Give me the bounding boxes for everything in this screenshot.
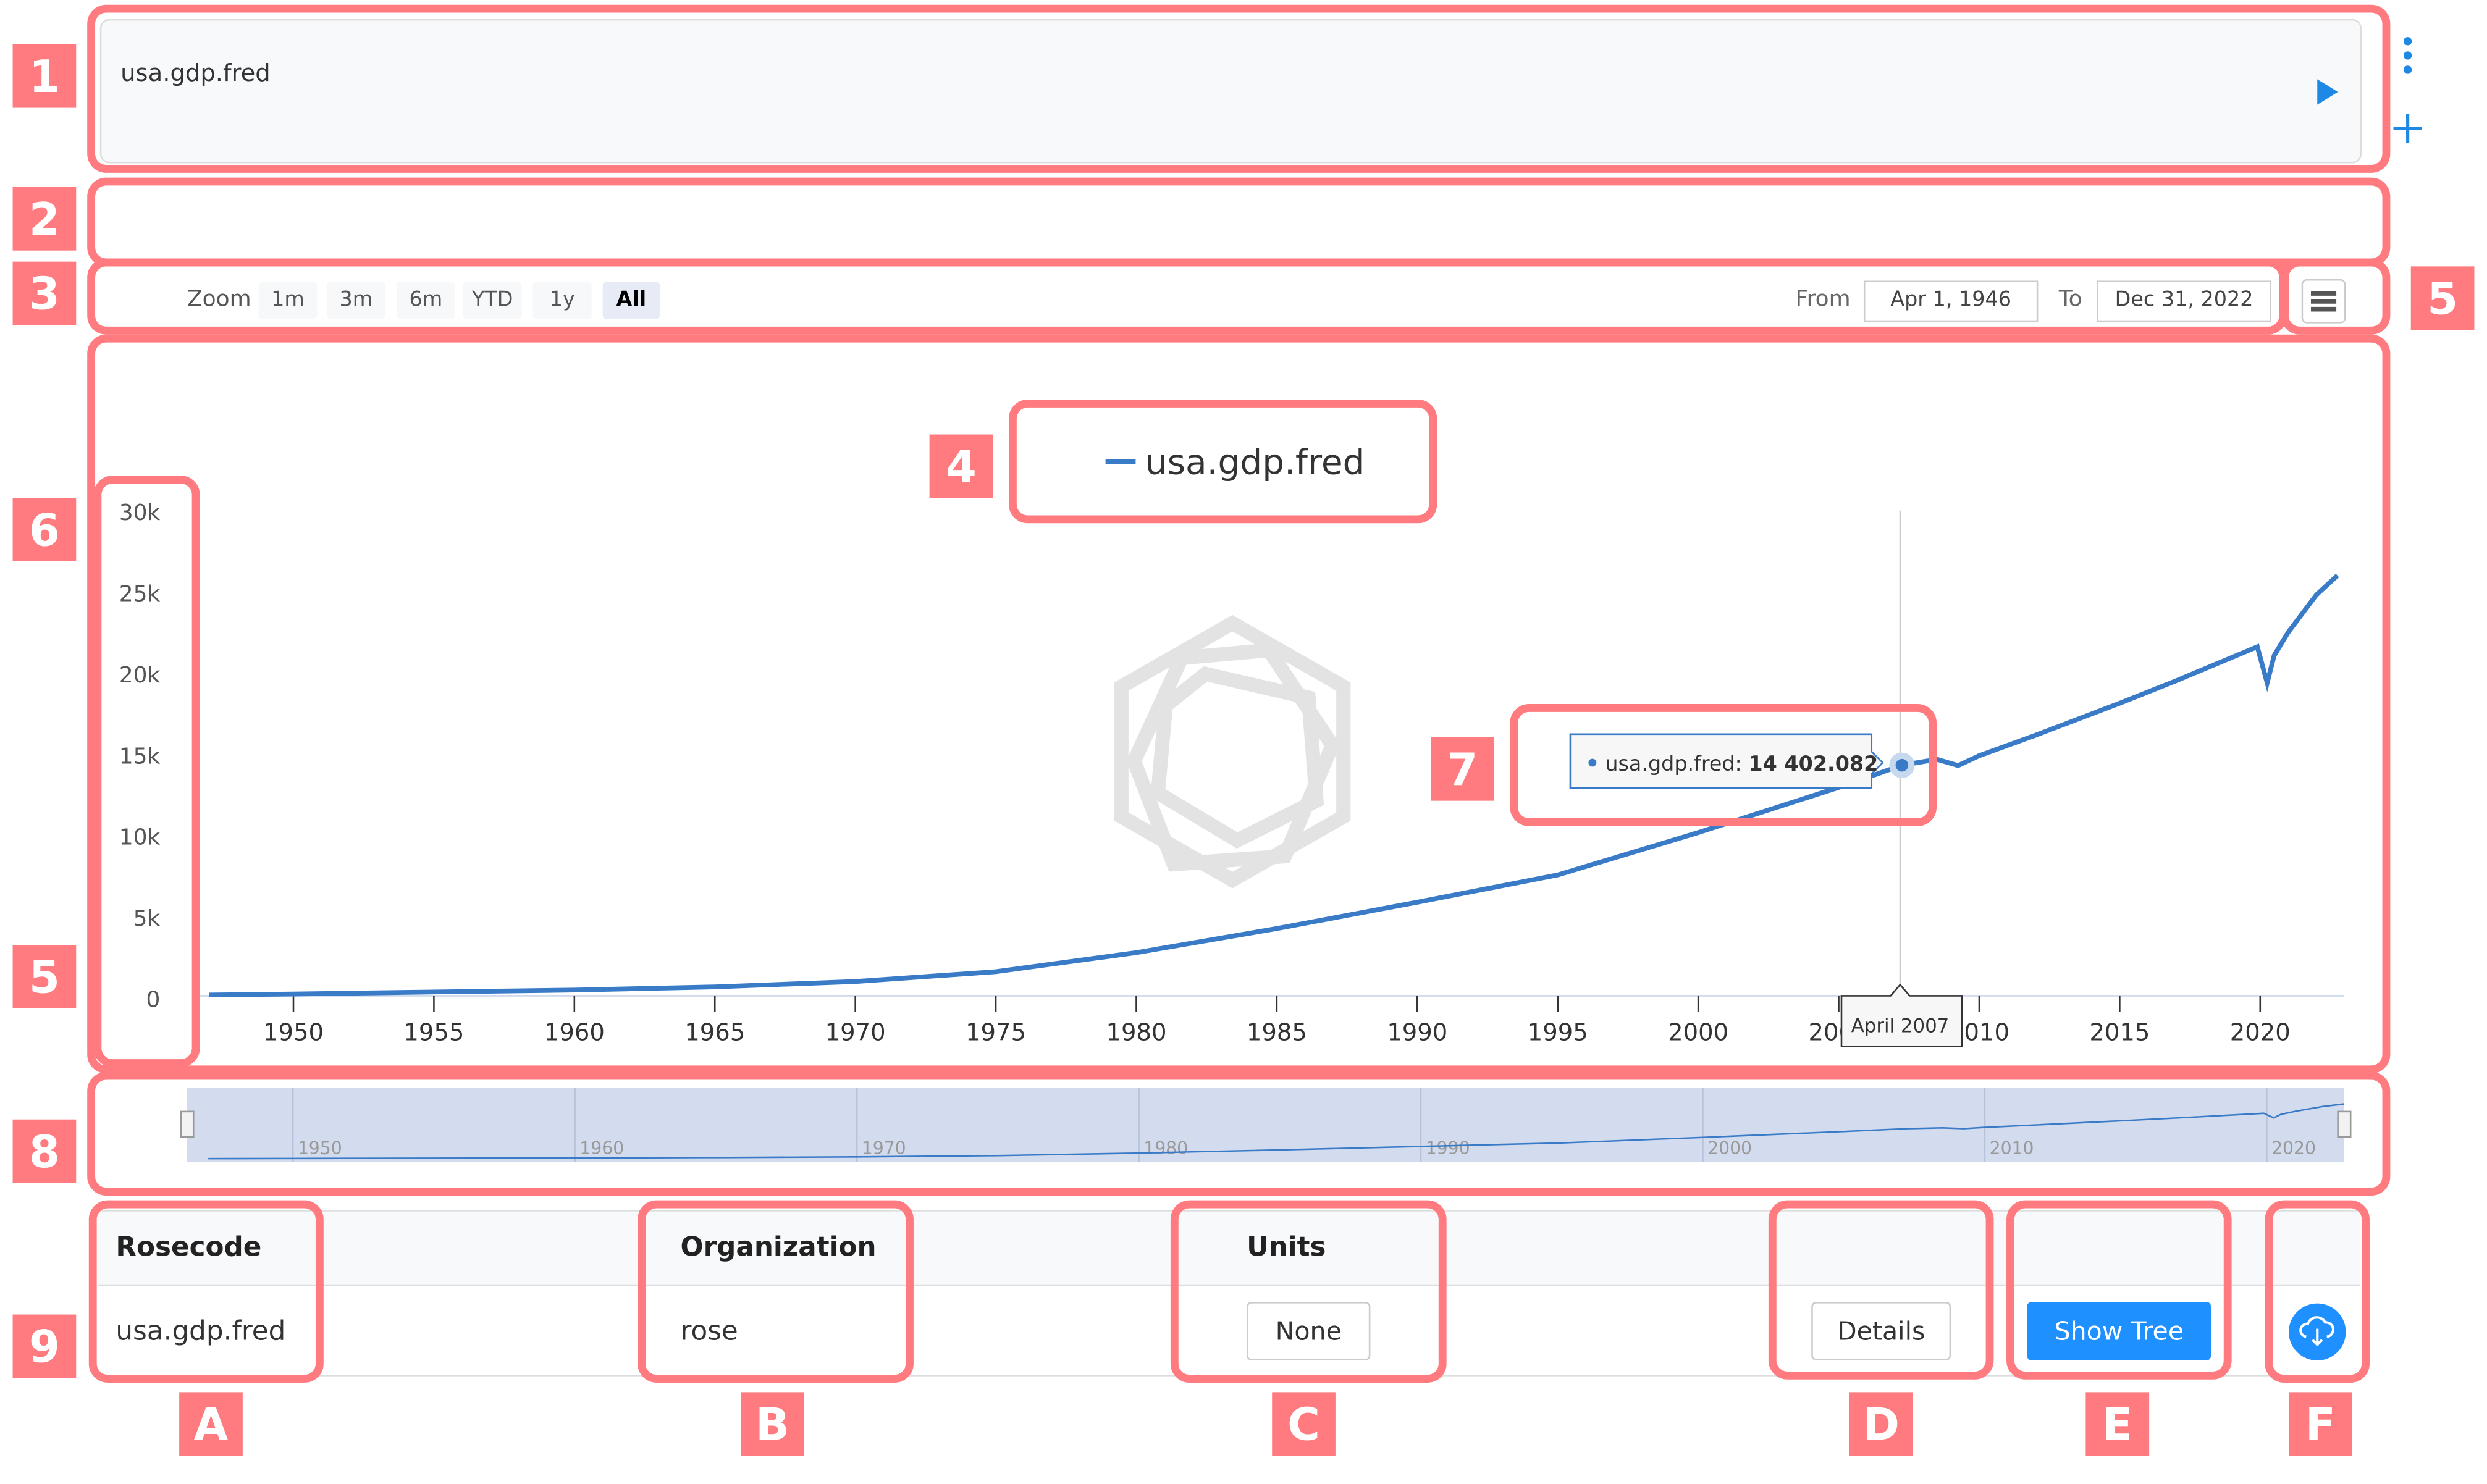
annotation-box-A	[88, 1200, 324, 1383]
annotation-box-B	[638, 1200, 914, 1383]
annotation-label-D: D	[1849, 1392, 1913, 1456]
annotation-box-7	[1510, 704, 1937, 826]
annotation-box-2	[87, 177, 2391, 267]
annotation-box-6	[93, 476, 200, 1067]
annotation-label-B: B	[741, 1392, 804, 1456]
annotation-label-1: 1	[12, 44, 77, 108]
annotation-label-6: 6	[12, 498, 77, 561]
annotation-label-F: F	[2289, 1392, 2352, 1456]
annotation-label-7: 7	[1430, 737, 1494, 801]
annotation-label-5-menu: 5	[2410, 266, 2475, 330]
annotation-box-E	[2006, 1200, 2232, 1380]
annotation-box-4	[1008, 400, 1437, 524]
annotation-box-5-menu	[2281, 258, 2391, 335]
annotation-box-8	[87, 1071, 2391, 1196]
annotation-label-3: 3	[12, 261, 77, 325]
annotation-label-5-axis: 5	[12, 945, 77, 1008]
annotation-box-1	[87, 4, 2391, 173]
annotation-label-A: A	[179, 1392, 243, 1456]
annotation-label-2: 2	[12, 187, 77, 251]
annotation-box-F	[2265, 1200, 2370, 1383]
annotation-label-C: C	[1272, 1392, 1336, 1456]
annotation-box-C	[1170, 1200, 1447, 1383]
annotation-box-D	[1768, 1200, 1994, 1380]
annotation-box-3	[87, 258, 2287, 335]
annotation-label-8: 8	[12, 1119, 77, 1183]
vertical-dots-icon[interactable]	[2400, 35, 2416, 76]
annotation-label-9: 9	[12, 1314, 77, 1378]
annotation-label-E: E	[2085, 1392, 2150, 1456]
annotation-label-4: 4	[929, 434, 993, 498]
plus-icon[interactable]	[2392, 112, 2423, 144]
